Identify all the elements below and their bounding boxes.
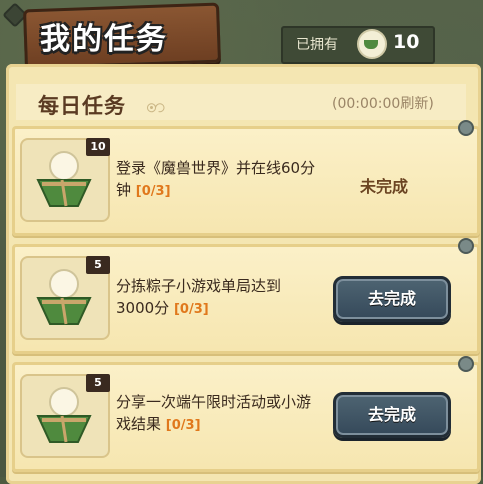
reward-count-badge: 10 xyxy=(86,138,110,156)
task-progress: [0/3] xyxy=(165,418,201,433)
pin-icon xyxy=(458,120,474,136)
reward-count-badge: 5 xyxy=(86,374,110,392)
section-title: 每日任务 xyxy=(38,94,126,118)
refresh-timer: (00:00:00刷新) xyxy=(332,96,434,112)
pin-icon xyxy=(458,356,474,372)
reward-count-badge: 5 xyxy=(86,256,110,274)
task-progress: [0/3] xyxy=(173,302,209,317)
go-complete-button[interactable]: 去完成 xyxy=(333,276,451,322)
swirl-decoration-icon: ꩦ xyxy=(146,93,166,117)
task-description: 分享一次端午限时活动或小游戏结果 [0/3] xyxy=(116,391,316,437)
zongzi-icon xyxy=(357,29,387,59)
task-description: 登录《魔兽世界》并在线60分钟 [0/3] xyxy=(116,157,316,203)
task-reward-icon: 5 xyxy=(20,374,110,458)
task-description: 分拣粽子小游戏单局达到3000分 [0/3] xyxy=(116,275,316,321)
task-description-text: 分享一次端午限时活动或小游戏结果 xyxy=(116,393,312,433)
page-title: 我的任务 xyxy=(40,22,168,57)
task-status-incomplete: 未完成 xyxy=(360,177,409,196)
zongzi-icon xyxy=(36,269,92,325)
go-complete-button[interactable]: 去完成 xyxy=(333,392,451,438)
task-progress: [0/3] xyxy=(135,184,171,199)
zongzi-icon xyxy=(36,151,92,207)
pin-icon xyxy=(458,238,474,254)
task-reward-icon: 5 xyxy=(20,256,110,340)
owned-label: 已拥有 xyxy=(296,37,338,53)
task-reward-icon: 10 xyxy=(20,138,110,222)
zongzi-icon xyxy=(36,387,92,443)
owned-count: 10 xyxy=(393,31,420,53)
